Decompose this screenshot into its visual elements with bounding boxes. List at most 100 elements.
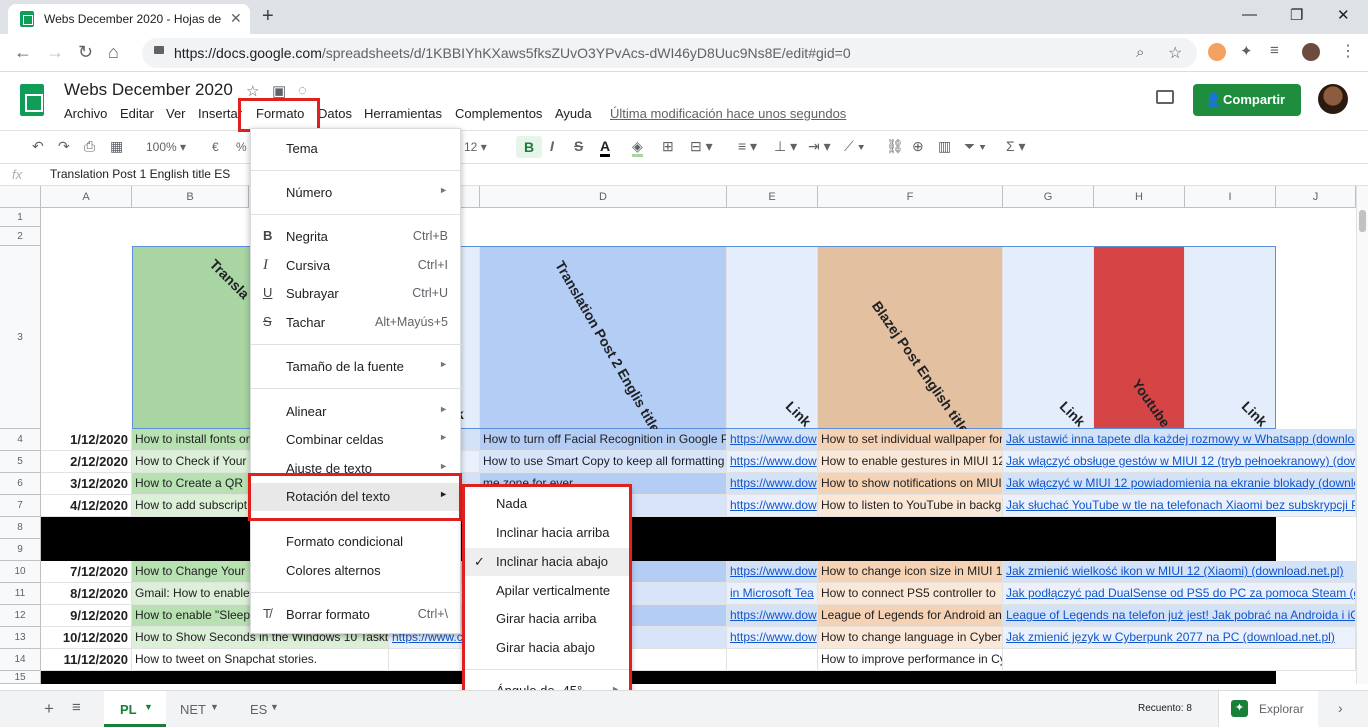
column-header-a[interactable]: A: [41, 186, 132, 208]
row-header-1[interactable]: 1: [0, 208, 41, 227]
cell-date[interactable]: 11/12/2020: [41, 649, 132, 671]
column-header-d[interactable]: D: [480, 186, 727, 208]
text-color-button[interactable]: A: [600, 138, 611, 157]
row-header-7[interactable]: 7: [0, 495, 41, 517]
row-header-8[interactable]: 8: [0, 517, 41, 539]
media-icon[interactable]: ≡: [1270, 42, 1279, 59]
percent-format-button[interactable]: %: [236, 140, 247, 154]
currency-format-button[interactable]: €: [212, 140, 219, 154]
cell-title-f[interactable]: How to enable gestures in MIUI 12: [818, 451, 1003, 473]
menu-item-cursiva[interactable]: I Cursiva Ctrl+I: [251, 252, 462, 280]
text-rotation-icon[interactable]: ⟋ ▾: [844, 138, 865, 155]
cell-title-f[interactable]: How to show notifications on MIUI: [818, 473, 1003, 495]
insert-comment-icon[interactable]: ⊕: [912, 138, 924, 155]
menu-item-numero[interactable]: Número ►: [251, 179, 462, 207]
all-sheets-icon[interactable]: ≡: [72, 699, 81, 716]
forward-icon[interactable]: →: [46, 42, 64, 63]
row-header-2[interactable]: 2: [0, 227, 41, 246]
home-icon[interactable]: ⌂: [108, 42, 119, 63]
profile-avatar[interactable]: [1302, 43, 1320, 61]
row-header-11[interactable]: 11: [0, 583, 41, 605]
redo-icon[interactable]: ↷: [58, 138, 70, 155]
menu-item-negrita[interactable]: B Negrita Ctrl+B: [251, 223, 462, 251]
browser-menu-icon[interactable]: ⋮: [1340, 41, 1356, 61]
new-tab-icon[interactable]: +: [262, 5, 274, 28]
menu-herramientas[interactable]: Herramientas: [364, 106, 442, 121]
horizontal-align-icon[interactable]: ≡ ▾: [738, 138, 757, 155]
cell-link-g[interactable]: Jak podłączyć pad DualSense od PS5 do PC…: [1003, 583, 1356, 605]
cell-date[interactable]: 4/12/2020: [41, 495, 132, 517]
vertical-scrollbar[interactable]: [1356, 186, 1368, 684]
menu-item-tema[interactable]: Tema: [251, 135, 462, 163]
account-avatar[interactable]: [1318, 84, 1348, 114]
cell-date[interactable]: 3/12/2020: [41, 473, 132, 495]
menu-editar[interactable]: Editar: [120, 106, 154, 121]
cell-link-e[interactable]: https://www.dow: [727, 473, 818, 495]
cell-date[interactable]: 10/12/2020: [41, 627, 132, 649]
puzzle-icon[interactable]: ✦: [1240, 42, 1253, 60]
select-all-corner[interactable]: [0, 186, 41, 208]
side-panel-arrow-icon[interactable]: ›: [1338, 700, 1343, 716]
strikethrough-button[interactable]: S: [574, 138, 583, 154]
zoom-lens-icon[interactable]: ⌕: [1136, 44, 1144, 61]
cell-link-g[interactable]: Jak ustawić inna tapete dla każdej rozmo…: [1003, 429, 1356, 451]
borders-icon[interactable]: ⊞: [662, 138, 674, 155]
cell-link-e[interactable]: https://www.dow: [727, 627, 818, 649]
column-header-j[interactable]: J: [1276, 186, 1356, 208]
paint-format-icon[interactable]: ▦: [110, 138, 123, 155]
cell-title-d[interactable]: How to use Smart Copy to keep all format…: [480, 451, 727, 473]
cell-link-g[interactable]: Jak włączyć w MIUI 12 powiadomienia na e…: [1003, 473, 1356, 495]
last-modified-link[interactable]: Última modificación hace unos segundos: [610, 106, 846, 121]
cell-title-f[interactable]: How to connect PS5 controller to: [818, 583, 1003, 605]
cell-date[interactable]: 2/12/2020: [41, 451, 132, 473]
bookmark-star-icon[interactable]: ☆: [1168, 43, 1182, 63]
cell-link-e[interactable]: in Microsoft Tea: [727, 583, 818, 605]
add-sheet-icon[interactable]: +: [44, 699, 54, 719]
text-wrap-icon[interactable]: ⇥ ▾: [808, 138, 831, 155]
vertical-align-icon[interactable]: ⊥ ▾: [774, 138, 797, 155]
column-header-i[interactable]: I: [1185, 186, 1276, 208]
menu-ver[interactable]: Ver: [166, 106, 186, 121]
cell-link-g[interactable]: League of Legends na telefon już jest! J…: [1003, 605, 1356, 627]
cell-date[interactable]: 7/12/2020: [41, 561, 132, 583]
menu-archivo[interactable]: Archivo: [64, 106, 107, 121]
row-header-12[interactable]: 12: [0, 605, 41, 627]
row-header-15[interactable]: 15: [0, 671, 41, 684]
menu-item-formato-condicional[interactable]: Formato condicional: [251, 528, 462, 556]
row-header-14[interactable]: 14: [0, 649, 41, 671]
insert-link-icon[interactable]: ⛓: [886, 138, 904, 155]
count-status[interactable]: Recuento: 8: [1138, 703, 1192, 714]
cell-title-f[interactable]: How to change icon size in MIUI 1: [818, 561, 1003, 583]
row-header-4[interactable]: 4: [0, 429, 41, 451]
share-button[interactable]: 👤 Compartir: [1193, 84, 1301, 116]
cell-link-e[interactable]: https://www.dow: [727, 451, 818, 473]
cell-title-d[interactable]: How to turn off Facial Recognition in Go…: [480, 429, 727, 451]
column-header-f[interactable]: F: [818, 186, 1003, 208]
cell-date[interactable]: 9/12/2020: [41, 605, 132, 627]
row-header-9[interactable]: 9: [0, 539, 41, 561]
reload-icon[interactable]: ↻: [78, 42, 93, 63]
spreadsheet-grid[interactable]: A B D E F G H I J 1 2 3 4 5 6 7 8 9 10 1…: [0, 186, 1356, 684]
cell-title-f[interactable]: How to listen to YouTube in backg: [818, 495, 1003, 517]
undo-icon[interactable]: ↶: [32, 138, 44, 155]
cell-link-e[interactable]: https://www.dow: [727, 429, 818, 451]
fill-color-icon[interactable]: ◈: [632, 138, 643, 157]
sheet-tab-pl[interactable]: PL ▼: [104, 691, 166, 727]
cell-title-f[interactable]: League of Legends for Android an: [818, 605, 1003, 627]
cell-link-e[interactable]: https://www.dow: [727, 561, 818, 583]
menu-item-alinear[interactable]: Alinear ►: [251, 398, 462, 426]
menu-item-colores-alternos[interactable]: Colores alternos: [251, 557, 462, 585]
menu-item-combinar[interactable]: Combinar celdas ►: [251, 426, 462, 454]
row-header-3[interactable]: 3: [0, 246, 41, 429]
cell-title-f[interactable]: How to change language in Cyber: [818, 627, 1003, 649]
back-icon[interactable]: ←: [14, 42, 32, 63]
cell-title-f[interactable]: How to set individual wallpaper for: [818, 429, 1003, 451]
sheet-tab-es[interactable]: ES ▼: [236, 691, 298, 727]
explore-button[interactable]: ✦ Explorar: [1218, 691, 1318, 727]
doc-title[interactable]: Webs December 2020: [64, 80, 233, 100]
column-header-b[interactable]: B: [132, 186, 249, 208]
row-header-6[interactable]: 6: [0, 473, 41, 495]
cell-link-g[interactable]: Jak zmienić wielkość ikon w MIUI 12 (Xia…: [1003, 561, 1356, 583]
cell-link-e[interactable]: https://www.dow: [727, 605, 818, 627]
cell-link-g[interactable]: Jak zmienić język w Cyberpunk 2077 na PC…: [1003, 627, 1356, 649]
